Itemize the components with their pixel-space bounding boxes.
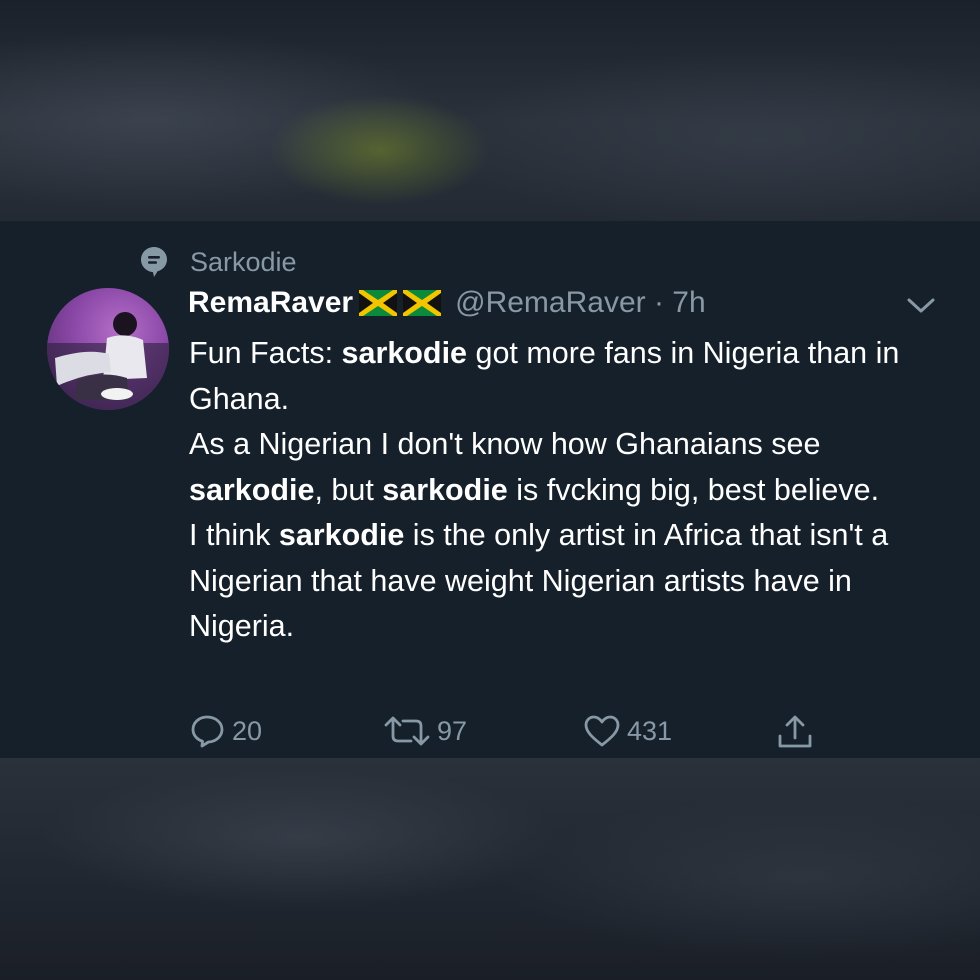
reply-count: 20 (232, 715, 263, 746)
reply-icon (191, 715, 224, 748)
tweet-paragraph: As a Nigerian I don't know how Ghanaians… (189, 422, 949, 513)
tweet-text-segment: is fvcking big, best believe. (507, 472, 880, 507)
highlighted-keyword: sarkodie (278, 518, 405, 552)
retweet-count: 97 (437, 715, 468, 746)
avatar-photo (47, 312, 169, 410)
share-icon (778, 715, 812, 748)
like-count: 431 (627, 715, 673, 746)
highlighted-keyword: sarkodie (189, 472, 315, 507)
tweet-text-segment: I think (189, 518, 279, 552)
blurred-background-bottom (0, 758, 980, 980)
topic-context[interactable]: Sarkodie (140, 245, 297, 279)
share-button[interactable] (776, 714, 814, 750)
tweet-text-segment: As a Nigerian I don't know how Ghanaians… (189, 427, 821, 461)
highlighted-keyword: sarkodie (341, 336, 468, 370)
highlighted-keyword: sarkodie (382, 472, 508, 507)
tweet-actions: 20 97 431 (0, 714, 980, 754)
chevron-down-icon[interactable] (904, 293, 938, 317)
retweet-icon (384, 716, 430, 746)
jamaica-flag-icon (403, 290, 442, 316)
tweet-text-segment: Fun Facts: (189, 336, 342, 370)
tweet-header: RemaRaver @RemaRaver · 7h (188, 283, 706, 323)
tweet-text: Fun Facts: sarkodie got more fans in Nig… (189, 331, 949, 650)
jamaica-flag-icon (359, 290, 398, 316)
topic-label: Sarkodie (190, 246, 297, 277)
topic-pin-icon (141, 247, 167, 277)
display-name[interactable]: RemaRaver (188, 286, 353, 320)
blurred-background-top (0, 0, 980, 221)
tweet-card[interactable]: Sarkodie RemaRaver @RemaRaver · 7h Fun F… (0, 221, 980, 758)
tweet-text-segment: , but (314, 472, 383, 507)
retweet-button[interactable]: 97 (383, 714, 467, 748)
handle-and-time[interactable]: @RemaRaver · 7h (455, 286, 706, 320)
reply-button[interactable]: 20 (190, 714, 262, 748)
avatar[interactable] (47, 288, 169, 410)
like-button[interactable]: 431 (583, 714, 672, 748)
tweet-paragraph: I think sarkodie is the only artist in A… (189, 513, 949, 650)
tweet-paragraph: Fun Facts: sarkodie got more fans in Nig… (189, 331, 949, 422)
heart-icon (584, 715, 620, 747)
